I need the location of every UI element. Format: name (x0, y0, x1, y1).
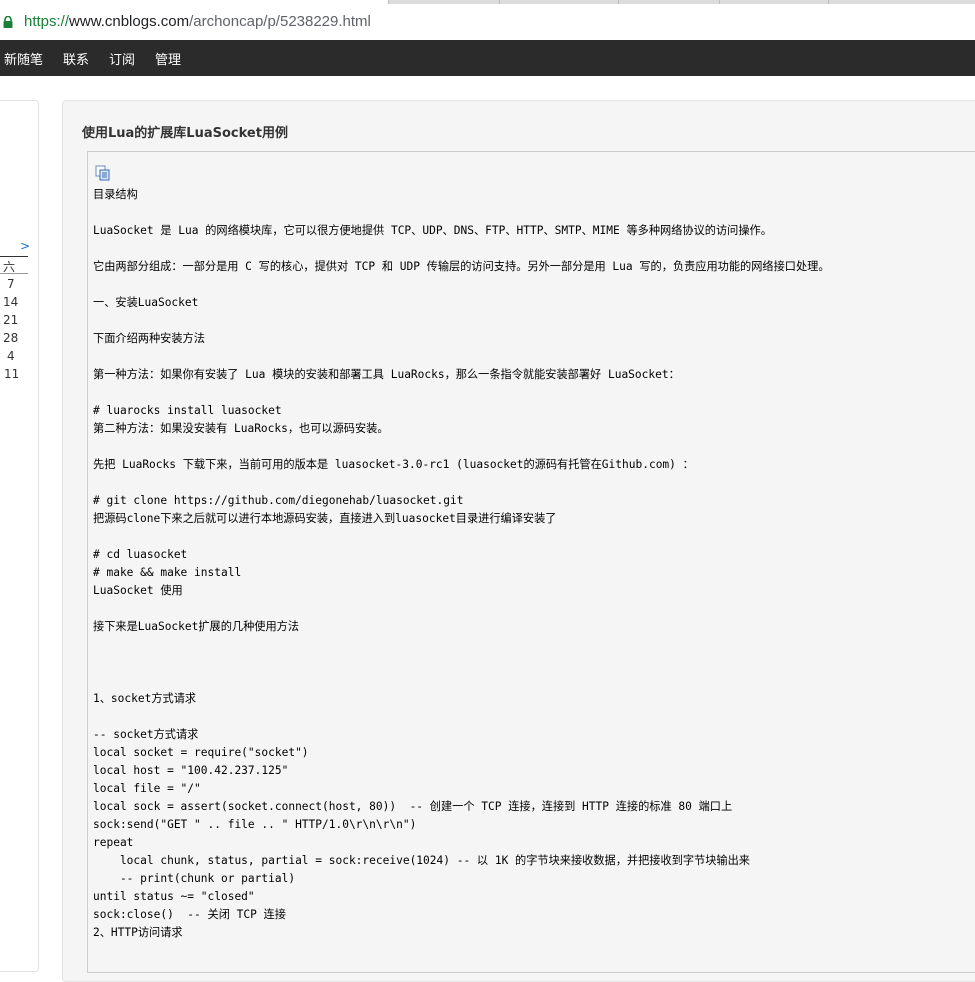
code-line: 目录结构 (93, 188, 138, 201)
code-line: local sock = assert(socket.connect(host,… (93, 800, 733, 813)
code-block (87, 151, 975, 973)
code-line: # cd luasocket (93, 548, 188, 561)
calendar-divider (0, 256, 28, 257)
code-line: 第二种方法：如果没安装有 LuaRocks，也可以源码安装。 (93, 422, 389, 435)
calendar-day[interactable]: 4 (7, 349, 15, 363)
calendar-day[interactable]: 11 (4, 367, 19, 381)
code-line: LuaSocket 是 Lua 的网络模块库，它可以很方便地提供 TCP、UDP… (93, 224, 772, 237)
calendar-day[interactable]: 7 (7, 277, 15, 291)
code-line: 把源码clone下来之后就可以进行本地源码安装，直接进入到luasocket目录… (93, 512, 557, 525)
code-line: LuaSocket 使用 (93, 584, 183, 597)
copy-code-icon[interactable] (95, 165, 111, 181)
nav-admin[interactable]: 管理 (155, 49, 181, 68)
code-line: sock:send("GET " .. file .. " HTTP/1.0\r… (93, 818, 417, 831)
url-text[interactable]: https://www.cnblogs.com/archoncap/p/5238… (24, 13, 371, 30)
calendar-day[interactable]: 14 (3, 295, 18, 309)
url-host: www.cnblogs.com (69, 13, 190, 30)
code-line: 1、socket方式请求 (93, 692, 197, 705)
code-line: 第一种方法：如果你有安装了 Lua 模块的安装和部署工具 LuaRocks，那么… (93, 368, 680, 381)
code-line: # luarocks install luasocket (93, 404, 282, 417)
code-line: -- print(chunk or partial) (93, 872, 296, 885)
lock-icon (3, 16, 13, 28)
code-line: local host = "100.42.237.125" (93, 764, 289, 777)
code-line: 一、安装LuaSocket (93, 296, 199, 309)
code-line: sock:close() -- 关闭 TCP 连接 (93, 908, 286, 921)
nav-new-post[interactable]: 新随笔 (4, 49, 43, 68)
nav-subscribe[interactable]: 订阅 (109, 49, 135, 68)
code-line: local socket = require("socket") (93, 746, 309, 759)
code-line: repeat (93, 836, 134, 849)
calendar-day[interactable]: 28 (3, 331, 18, 345)
calendar-day[interactable]: 21 (3, 313, 18, 327)
blog-nav-bar: 新随笔 联系 订阅 管理 (0, 40, 975, 76)
code-line: 下面介绍两种安装方法 (93, 332, 205, 345)
url-path: /archoncap/p/5238229.html (189, 13, 371, 30)
code-line: 2、HTTP访问请求 (93, 926, 183, 939)
code-line: local chunk, status, partial = sock:rece… (93, 854, 750, 867)
code-line: 接下来是LuaSocket扩展的几种使用方法 (93, 620, 300, 633)
post-title[interactable]: 使用Lua的扩展库LuaSocket用例 (82, 122, 288, 141)
sidebar-panel (0, 100, 39, 972)
nav-contact[interactable]: 联系 (63, 49, 89, 68)
calendar-next-month-link[interactable]: > (20, 239, 30, 253)
code-line: local file = "/" (93, 782, 201, 795)
calendar-divider (0, 273, 28, 274)
code-line: 先把 LuaRocks 下载下来，当前可用的版本是 luasocket-3.0-… (93, 458, 694, 471)
code-line: # make && make install (93, 566, 242, 579)
code-line: until status ~= "closed" (93, 890, 255, 903)
url-scheme: https:// (24, 13, 70, 30)
code-line: -- socket方式请求 (93, 728, 199, 741)
code-line: # git clone https://github.com/diegoneha… (93, 494, 464, 507)
address-bar[interactable]: https://www.cnblogs.com/archoncap/p/5238… (0, 4, 975, 41)
code-line: 它由两部分组成：一部分是用 C 写的核心，提供对 TCP 和 UDP 传输层的访… (93, 260, 830, 273)
